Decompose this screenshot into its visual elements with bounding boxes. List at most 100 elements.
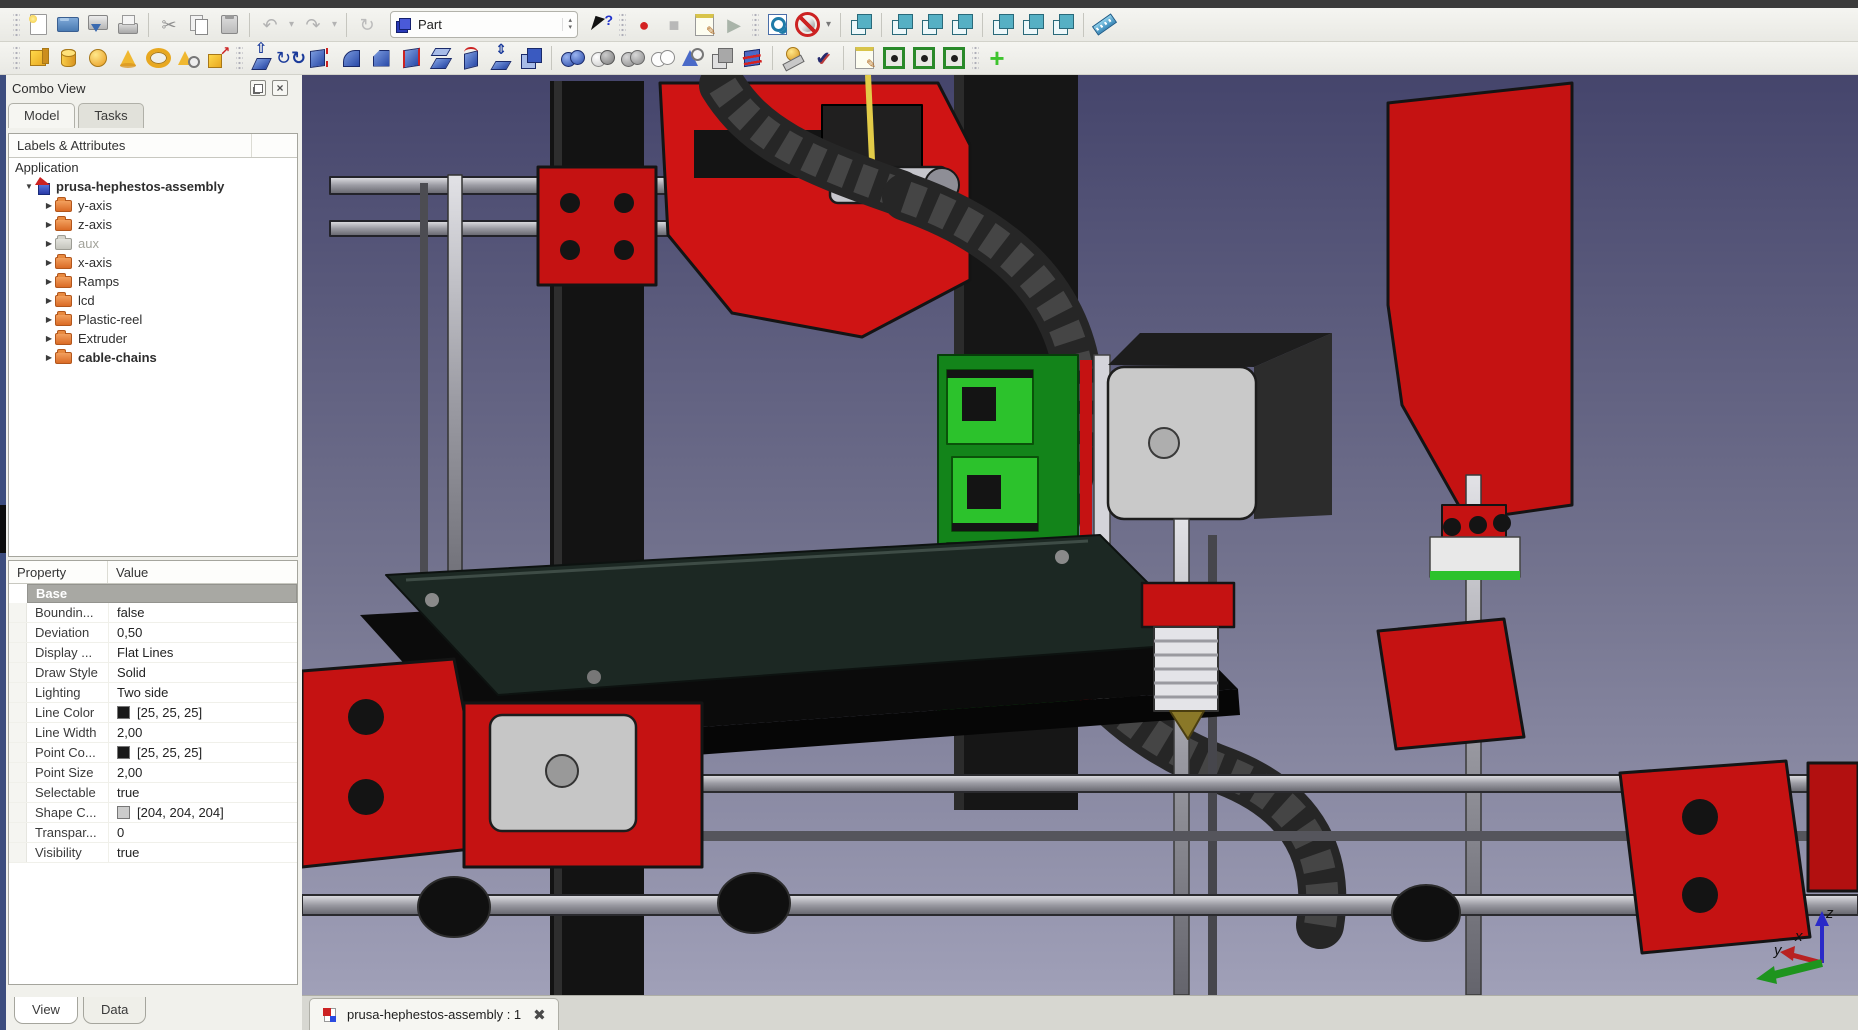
property-value[interactable]: true <box>108 783 297 802</box>
property-row-deviation[interactable]: Deviation0,50 <box>9 623 297 643</box>
expand-arrow-icon[interactable] <box>43 315 55 324</box>
print-icon[interactable] <box>113 11 143 39</box>
expand-arrow-icon[interactable] <box>43 258 55 267</box>
sweep-icon[interactable] <box>456 44 486 72</box>
property-value[interactable]: true <box>108 843 297 862</box>
whats-this-icon[interactable] <box>586 11 616 39</box>
tab-model[interactable]: Model <box>8 103 75 128</box>
expand-arrow-icon[interactable] <box>23 182 35 191</box>
save-icon[interactable] <box>83 11 113 39</box>
union-icon[interactable] <box>617 44 647 72</box>
cross-sections-icon[interactable] <box>737 44 767 72</box>
torus-icon[interactable] <box>143 44 173 72</box>
sketch-tools-icon[interactable] <box>849 44 879 72</box>
extrude-icon[interactable] <box>246 44 276 72</box>
thickness-icon[interactable] <box>516 44 546 72</box>
property-value[interactable]: Two side <box>108 683 297 702</box>
new-document-icon[interactable] <box>23 11 53 39</box>
shape-builder-icon[interactable] <box>203 44 233 72</box>
sphere-icon[interactable] <box>83 44 113 72</box>
copy-icon[interactable] <box>184 11 214 39</box>
property-row-line-width[interactable]: Line Width2,00 <box>9 723 297 743</box>
join-cutout-icon[interactable] <box>939 44 969 72</box>
fit-all-icon[interactable] <box>762 11 792 39</box>
cut-icon[interactable]: ✂ <box>154 11 184 39</box>
tab-view[interactable]: View <box>14 997 78 1024</box>
expand-arrow-icon[interactable] <box>43 334 55 343</box>
axonometric-view-icon[interactable] <box>846 11 876 39</box>
intersection-icon[interactable] <box>647 44 677 72</box>
open-icon[interactable] <box>53 11 83 39</box>
tree-item-x-axis[interactable]: x-axis <box>9 253 297 272</box>
tree-item-y-axis[interactable]: y-axis <box>9 196 297 215</box>
ruled-surface-icon[interactable] <box>396 44 426 72</box>
join-embed-icon[interactable] <box>909 44 939 72</box>
workbench-selector[interactable]: Part ▴▾ <box>390 11 578 38</box>
property-row-point-size[interactable]: Point Size2,00 <box>9 763 297 783</box>
expand-arrow-icon[interactable] <box>43 296 55 305</box>
tree-item-lcd[interactable]: lcd <box>9 291 297 310</box>
mirror-icon[interactable] <box>306 44 336 72</box>
measure-linear-icon[interactable] <box>778 44 808 72</box>
tree-item-prusa-hephestos-assembly[interactable]: prusa-hephestos-assembly <box>9 177 297 196</box>
expand-arrow-icon[interactable] <box>43 277 55 286</box>
expand-arrow-icon[interactable] <box>43 201 55 210</box>
chamfer-icon[interactable] <box>366 44 396 72</box>
cylinder-icon[interactable] <box>53 44 83 72</box>
macro-stop-icon[interactable]: ■ <box>659 11 689 39</box>
expand-arrow-icon[interactable] <box>43 353 55 362</box>
property-row-selectable[interactable]: Selectabletrue <box>9 783 297 803</box>
join-connect-icon[interactable] <box>879 44 909 72</box>
property-row-lighting[interactable]: LightingTwo side <box>9 683 297 703</box>
property-value[interactable]: 0,50 <box>108 623 297 642</box>
property-value[interactable]: Flat Lines <box>108 643 297 662</box>
redo-icon[interactable]: ↷ <box>298 11 328 39</box>
property-row-point-co[interactable]: Point Co...[25, 25, 25] <box>9 743 297 763</box>
undo-icon[interactable]: ↶ <box>255 11 285 39</box>
property-columns-header[interactable]: Property Value <box>9 561 297 584</box>
tree-item-application[interactable]: Application <box>9 158 297 177</box>
compound-icon[interactable] <box>707 44 737 72</box>
loft-icon[interactable] <box>426 44 456 72</box>
paste-icon[interactable] <box>214 11 244 39</box>
expand-arrow-icon[interactable] <box>43 220 55 229</box>
refresh-icon[interactable]: ↻ <box>352 11 382 39</box>
tree-item-Ramps[interactable]: Ramps <box>9 272 297 291</box>
cone-icon[interactable] <box>113 44 143 72</box>
revolve-icon[interactable]: ↻ <box>276 44 306 72</box>
property-value[interactable]: 0 <box>108 823 297 842</box>
property-value[interactable]: 2,00 <box>108 723 297 742</box>
close-document-icon[interactable]: ✖ <box>533 1006 546 1024</box>
tab-data[interactable]: Data <box>83 997 146 1024</box>
draw-style-menu-icon[interactable]: ▾ <box>822 11 835 39</box>
property-row-display[interactable]: Display ...Flat Lines <box>9 643 297 663</box>
macro-play-icon[interactable]: ▶ <box>719 11 749 39</box>
property-row-line-color[interactable]: Line Color[25, 25, 25] <box>9 703 297 723</box>
tree-item-cable-chains[interactable]: cable-chains <box>9 348 297 367</box>
tree-column-header[interactable]: Labels & Attributes <box>9 134 297 158</box>
3d-viewport[interactable]: z x y <box>302 75 1858 995</box>
macro-edit-icon[interactable] <box>689 11 719 39</box>
right-view-icon[interactable] <box>947 11 977 39</box>
cut-boolean-icon[interactable] <box>587 44 617 72</box>
top-view-icon[interactable] <box>917 11 947 39</box>
draw-style-icon[interactable] <box>792 11 822 39</box>
property-group-row[interactable]: Base <box>9 584 297 603</box>
combo-view-titlebar[interactable]: Combo View <box>6 75 302 101</box>
boolean-icon[interactable] <box>557 44 587 72</box>
workbench-spinner[interactable]: ▴▾ <box>562 18 572 31</box>
create-primitives-icon[interactable] <box>173 44 203 72</box>
property-value[interactable]: Solid <box>108 663 297 682</box>
property-value[interactable]: [25, 25, 25] <box>108 703 297 722</box>
section-icon[interactable] <box>677 44 707 72</box>
front-view-icon[interactable] <box>887 11 917 39</box>
property-row-draw-style[interactable]: Draw StyleSolid <box>9 663 297 683</box>
redo-menu-icon[interactable]: ▾ <box>328 11 341 39</box>
bottom-view-icon[interactable] <box>1018 11 1048 39</box>
left-view-icon[interactable] <box>1048 11 1078 39</box>
tree-item-Extruder[interactable]: Extruder <box>9 329 297 348</box>
offset-icon[interactable] <box>486 44 516 72</box>
tree-item-z-axis[interactable]: z-axis <box>9 215 297 234</box>
property-row-shape-c[interactable]: Shape C...[204, 204, 204] <box>9 803 297 823</box>
rear-view-icon[interactable] <box>988 11 1018 39</box>
